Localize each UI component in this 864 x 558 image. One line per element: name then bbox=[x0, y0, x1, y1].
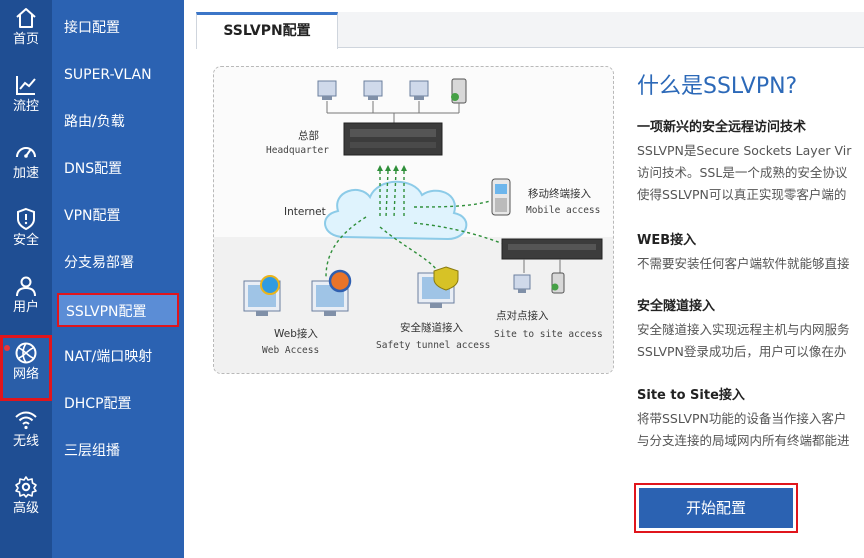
shield-icon bbox=[17, 207, 35, 231]
gear-icon bbox=[15, 476, 37, 498]
submenu-item-interface[interactable]: 接口配置 bbox=[52, 11, 184, 45]
submenu-item-dns[interactable]: DNS配置 bbox=[52, 152, 184, 186]
web-access-label: Web接入 bbox=[274, 327, 318, 340]
notification-dot bbox=[4, 345, 10, 351]
web-access-label-en: Web Access bbox=[262, 345, 319, 356]
globe-icon bbox=[15, 342, 37, 364]
rail-item-home[interactable]: 首页 bbox=[0, 0, 52, 66]
rail-item-label: 无线 bbox=[12, 434, 39, 449]
tab-bar: SSLVPN配置 bbox=[196, 12, 864, 49]
submenu-item-multicast[interactable]: 三层组播 bbox=[52, 434, 184, 468]
section-text-line: 将带SSLVPN功能的设备当作接入客户 bbox=[637, 411, 847, 426]
hq-label-en: Headquarter bbox=[266, 145, 329, 156]
submenu-item-nat[interactable]: NAT/端口映射 bbox=[52, 340, 184, 374]
rail-item-network[interactable]: 网络 bbox=[0, 335, 52, 401]
page-title: 什么是SSLVPN? bbox=[637, 74, 798, 99]
section-text-line: 与分支连接的局域网内所有终端都能进 bbox=[637, 433, 850, 448]
section-title-tunnel: 安全隧道接入 bbox=[637, 299, 716, 314]
upload-arrows bbox=[377, 165, 407, 171]
tunnel-client-pc-icon bbox=[417, 266, 459, 308]
rail-item-wireless[interactable]: 无线 bbox=[0, 402, 52, 468]
submenu-item-super-vlan[interactable]: SUPER-VLAN bbox=[52, 58, 184, 92]
tab-sslvpn-config[interactable]: SSLVPN配置 bbox=[196, 12, 338, 49]
submenu-item-vpn[interactable]: VPN配置 bbox=[52, 199, 184, 233]
speedometer-icon bbox=[16, 147, 36, 158]
section-text-line: 不需要安装任何客户端软件就能够直接 bbox=[637, 256, 850, 271]
user-icon bbox=[16, 276, 36, 297]
rail-item-label: 安全 bbox=[12, 233, 39, 248]
tunnel-label: 安全隧道接入 bbox=[400, 321, 463, 334]
start-config-button[interactable]: 开始配置 bbox=[639, 488, 793, 528]
submenu-item-dhcp[interactable]: DHCP配置 bbox=[52, 387, 184, 421]
section-title-web: WEB接入 bbox=[637, 233, 697, 248]
submenu-item-routing[interactable]: 路由/负载 bbox=[52, 105, 184, 139]
branch-router-icon bbox=[501, 238, 603, 260]
rail-item-label: 用户 bbox=[12, 300, 39, 315]
mobile-label: 移动终端接入 bbox=[528, 187, 591, 200]
sslvpn-topology-diagram: 总部 Headquarter Internet 移动终端接入 Mobile ac… bbox=[213, 66, 614, 374]
section-text-line: SSLVPN登录成功后，用户可以像在办 bbox=[637, 344, 847, 359]
mobile-label-en: Mobile access bbox=[526, 205, 600, 216]
section-text-line: 使得SSLVPN可以真正实现零客户端的 bbox=[637, 187, 847, 202]
rail-item-label: 流控 bbox=[12, 99, 39, 114]
submenu-item-sslvpn[interactable]: SSLVPN配置 bbox=[57, 293, 179, 327]
rail-item-acceleration[interactable]: 加速 bbox=[0, 134, 52, 200]
section-text-line: 访问技术。SSL是一个成熟的安全协议 bbox=[637, 165, 848, 180]
start-config-button-highlight: 开始配置 bbox=[634, 483, 798, 533]
section-title-intro: 一项新兴的安全远程访问技术 bbox=[637, 120, 807, 135]
site-label-en: Site to site access bbox=[494, 329, 603, 340]
rail-item-security[interactable]: 安全 bbox=[0, 201, 52, 267]
hq-gateway-icon bbox=[343, 122, 443, 156]
home-icon bbox=[16, 8, 36, 28]
site-label: 点对点接入 bbox=[496, 309, 549, 322]
rail-item-flow-control[interactable]: 流控 bbox=[0, 67, 52, 133]
hq-label: 总部 bbox=[298, 129, 319, 142]
tunnel-label-en: Safety tunnel access bbox=[376, 340, 490, 351]
main-nav-rail: 首页 流控 加速 安全 用户 网络 无线 高级 bbox=[0, 0, 52, 558]
rail-item-label: 高级 bbox=[12, 501, 39, 516]
rail-item-label: 网络 bbox=[12, 367, 39, 382]
chart-icon bbox=[16, 76, 36, 95]
submenu-item-branch-deploy[interactable]: 分支易部署 bbox=[52, 246, 184, 280]
rail-item-label: 加速 bbox=[12, 166, 39, 181]
rail-item-advanced[interactable]: 高级 bbox=[0, 469, 52, 535]
server-icon bbox=[451, 78, 467, 104]
rail-item-label: 首页 bbox=[12, 32, 39, 47]
internet-label: Internet bbox=[284, 206, 326, 218]
wifi-icon bbox=[15, 411, 37, 430]
section-text-line: SSLVPN是Secure Sockets Layer Vir bbox=[637, 143, 852, 158]
rail-item-user[interactable]: 用户 bbox=[0, 268, 52, 334]
topology-illustration: 总部 Headquarter Internet 移动终端接入 Mobile ac… bbox=[214, 78, 613, 373]
section-text-line: 安全隧道接入实现远程主机与内网服务 bbox=[637, 322, 850, 337]
hq-pc-icon bbox=[317, 80, 429, 100]
network-submenu: 接口配置 SUPER-VLAN 路由/负载 DNS配置 VPN配置 分支易部署 … bbox=[52, 0, 184, 558]
section-title-site: Site to Site接入 bbox=[637, 388, 745, 403]
main-content: SSLVPN配置 总部 Headquarter Internet 移动终端接入 … bbox=[184, 0, 864, 558]
mobile-phone-icon bbox=[491, 178, 511, 216]
